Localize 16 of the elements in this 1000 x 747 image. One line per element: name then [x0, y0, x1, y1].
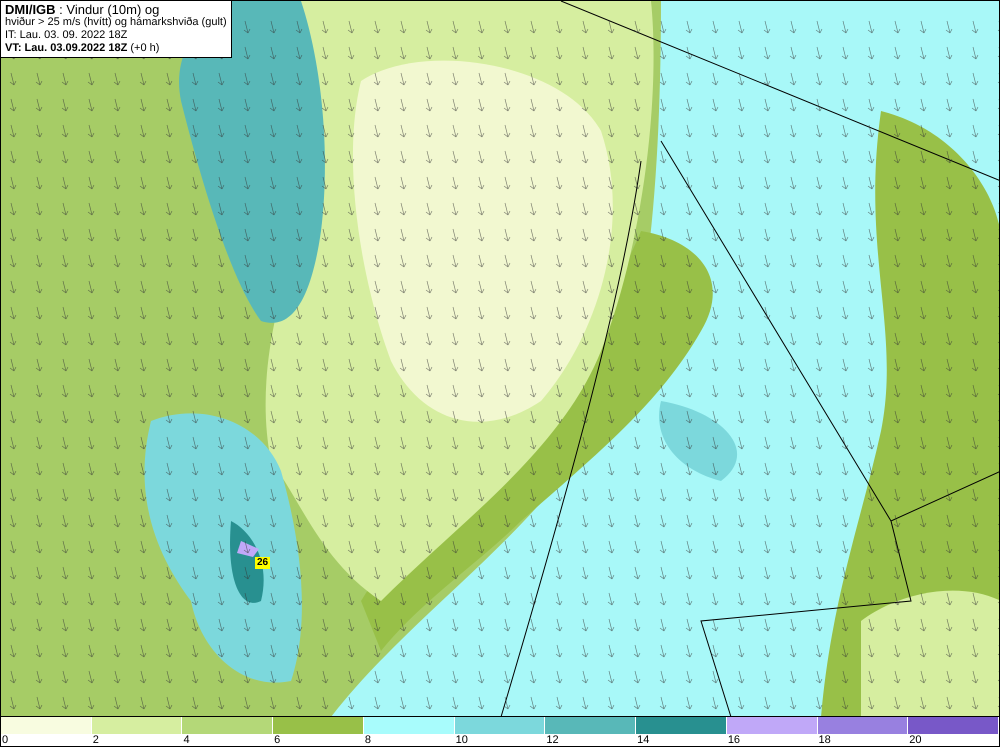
legend-tick-label: 16	[726, 734, 740, 746]
legend-tick-label: 6	[273, 734, 280, 746]
legend-tick-label: 4	[182, 734, 190, 746]
legend-tick-label: 10	[454, 734, 468, 746]
map-title-line: DMI/IGB : Vindur (10m) og	[5, 3, 160, 16]
legend-tick-label: 20	[908, 734, 922, 746]
map-title-line: VT: Lau. 03.09.2022 18Z (+0 h)	[5, 42, 160, 55]
legend-tick-label: 8	[364, 734, 372, 746]
legend-tick-label: 0	[1, 734, 8, 746]
legend-tick-label: 12	[545, 734, 559, 746]
legend-tick-label: 14	[636, 734, 650, 746]
legend-tick-label: 18	[818, 734, 831, 746]
map-title-line: hviður > 25 m/s (hvítt) og hámarkshviða (gult)	[5, 16, 227, 29]
legend-tick-label: 2	[92, 734, 99, 746]
max-gust-label: 26	[255, 557, 270, 569]
map-title-line: IT: Lau. 03. 09. 2022 18Z	[5, 29, 128, 42]
